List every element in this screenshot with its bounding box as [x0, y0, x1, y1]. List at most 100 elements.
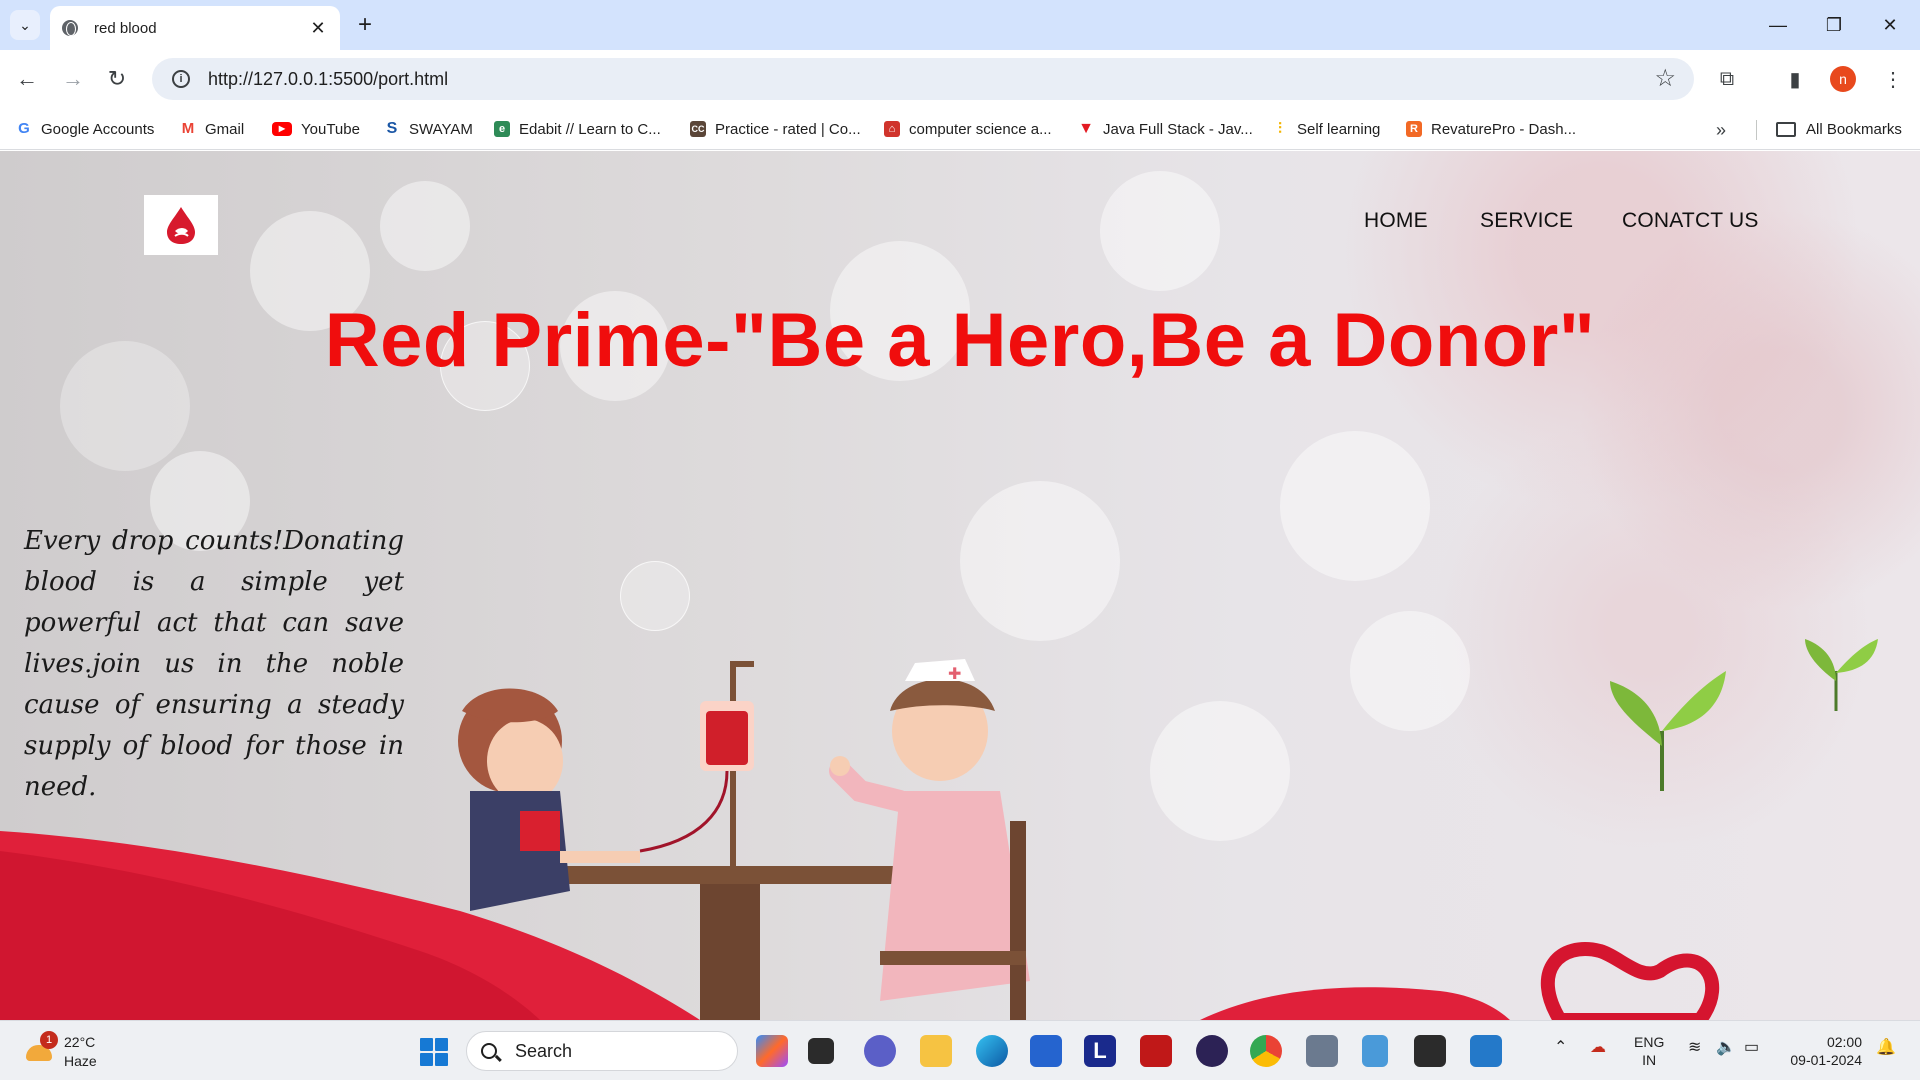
- forward-arrow-icon: →: [62, 66, 84, 91]
- volume-icon[interactable]: 🔈: [1716, 1037, 1736, 1057]
- folder-icon: [1776, 121, 1796, 137]
- windows-logo-icon: [435, 1053, 448, 1066]
- side-panel-button[interactable]: ▮: [1778, 62, 1812, 96]
- windows-logo-icon: [420, 1038, 433, 1051]
- edge-icon[interactable]: [976, 1035, 1008, 1067]
- hero-title: Red Prime-"Be a Hero,Be a Donor": [324, 298, 1596, 383]
- address-bar[interactable]: i http://127.0.0.1:5500/port.html ☆: [152, 58, 1694, 100]
- windows-logo-icon: [435, 1038, 448, 1051]
- java-icon: ▼: [1078, 120, 1094, 137]
- site-info-icon[interactable]: i: [172, 70, 190, 88]
- windows-logo-icon: [420, 1053, 433, 1066]
- tab-search-button[interactable]: ⌄: [10, 10, 40, 40]
- battery-icon[interactable]: ▭: [1744, 1037, 1759, 1057]
- side-panel-icon: ▮: [1789, 68, 1801, 91]
- geeks-icon: ⌂: [884, 121, 900, 137]
- weather-condition: Haze: [64, 1053, 97, 1069]
- chart-icon: ⫶: [1272, 121, 1288, 137]
- back-button[interactable]: ←: [10, 62, 44, 96]
- codechef-icon: CC: [690, 121, 706, 137]
- nav-home-link[interactable]: HOME: [1364, 209, 1428, 233]
- nav-contact-link[interactable]: CONATCT US: [1622, 209, 1759, 233]
- browser-tab-bar: ⌄ red blood ✕ + — ❐ ✕: [0, 0, 1920, 50]
- system-clock[interactable]: 02:00 09-01-2024: [1786, 1033, 1862, 1069]
- bookmark-item[interactable]: ⫶ Self learning: [1272, 116, 1380, 142]
- notification-badge: 1: [40, 1031, 58, 1049]
- task-view-icon[interactable]: [808, 1038, 834, 1064]
- wifi-icon[interactable]: ≋: [1688, 1037, 1701, 1057]
- bookmark-item[interactable]: ▶ YouTube: [272, 116, 360, 142]
- puzzle-icon: ⧉: [1719, 67, 1735, 90]
- globe-icon: [62, 20, 78, 36]
- chevron-down-icon: ⌄: [19, 16, 31, 33]
- bookmark-star-icon[interactable]: ☆: [1654, 64, 1676, 93]
- vscode-icon[interactable]: [1470, 1035, 1502, 1067]
- teams-chat-icon[interactable]: [864, 1035, 896, 1067]
- bookmark-item[interactable]: S SWAYAM: [384, 116, 473, 142]
- site-logo[interactable]: [144, 195, 218, 255]
- terminal-icon[interactable]: [1414, 1035, 1446, 1067]
- onedrive-error-icon[interactable]: ☁: [1590, 1037, 1606, 1057]
- close-tab-icon[interactable]: ✕: [308, 18, 328, 39]
- bookmark-item[interactable]: ⌂ computer science a...: [884, 116, 1052, 142]
- revature-icon: R: [1406, 121, 1422, 137]
- temperature: 22°C: [64, 1034, 96, 1050]
- chrome-icon[interactable]: [1250, 1035, 1282, 1067]
- nav-service-link[interactable]: SERVICE: [1480, 209, 1573, 233]
- file-explorer-icon[interactable]: [920, 1035, 952, 1067]
- minimize-button[interactable]: —: [1758, 8, 1798, 42]
- search-icon: [481, 1043, 497, 1059]
- language-indicator[interactable]: ENG IN: [1634, 1033, 1664, 1069]
- blood-drop-logo-icon: [167, 207, 195, 244]
- notepad-icon[interactable]: [1362, 1035, 1388, 1067]
- profile-avatar[interactable]: n: [1830, 66, 1856, 92]
- kebab-menu-icon: ⋮: [1883, 68, 1903, 91]
- google-icon: G: [16, 121, 32, 137]
- taskbar-search[interactable]: Search: [466, 1031, 738, 1071]
- sql-app-icon[interactable]: [1306, 1035, 1338, 1067]
- eclipse-icon[interactable]: [1196, 1035, 1228, 1067]
- browser-toolbar: ← → ↻ i http://127.0.0.1:5500/port.html …: [0, 50, 1920, 108]
- gmail-icon: M: [180, 120, 196, 137]
- bookmark-item[interactable]: R RevaturePro - Dash...: [1406, 116, 1576, 142]
- back-arrow-icon: ←: [16, 66, 38, 91]
- bookmark-item[interactable]: M Gmail: [180, 116, 244, 142]
- search-label: Search: [515, 1040, 573, 1061]
- start-button[interactable]: [420, 1038, 448, 1066]
- svg-text:✚: ✚: [948, 664, 961, 683]
- mcafee-icon[interactable]: [1140, 1035, 1172, 1067]
- extensions-button[interactable]: ⧉: [1710, 62, 1744, 96]
- copilot-icon[interactable]: [756, 1035, 788, 1067]
- bookmarks-bar: G Google Accounts M Gmail ▶ YouTube S SWAYAM…: [0, 108, 1920, 150]
- l-app-icon[interactable]: L: [1084, 1035, 1116, 1067]
- show-hidden-icons[interactable]: ⌃: [1554, 1037, 1567, 1057]
- new-tab-button[interactable]: +: [352, 10, 378, 40]
- bookmark-item[interactable]: e Edabit // Learn to C...: [494, 116, 661, 142]
- close-window-button[interactable]: ✕: [1870, 8, 1910, 42]
- reload-button[interactable]: ↻: [100, 62, 134, 96]
- bookmark-item[interactable]: CC Practice - rated | Co...: [690, 116, 861, 142]
- clock-time: 02:00: [1826, 1034, 1862, 1050]
- store-icon[interactable]: [1030, 1035, 1062, 1067]
- forward-button[interactable]: →: [56, 62, 90, 96]
- edabit-icon: e: [494, 121, 510, 137]
- bookmark-item[interactable]: ▼ Java Full Stack - Jav...: [1078, 116, 1253, 142]
- tab-title: red blood: [94, 19, 157, 37]
- browser-tab[interactable]: red blood ✕: [50, 6, 340, 50]
- menu-button[interactable]: ⋮: [1876, 62, 1910, 96]
- web-page: ✚ HOME SERVICE CONATCT US Red Prime-"Be …: [0, 151, 1920, 1020]
- sprout-decoration: [1610, 639, 1878, 791]
- more-bookmarks-icon[interactable]: »: [1716, 120, 1726, 141]
- restore-button[interactable]: ❐: [1814, 8, 1854, 42]
- bookmark-item[interactable]: G Google Accounts: [16, 116, 154, 142]
- notification-bell-icon[interactable]: 🔔: [1876, 1037, 1896, 1057]
- swayam-icon: S: [384, 121, 400, 137]
- youtube-icon: ▶: [272, 122, 292, 136]
- reload-icon: ↻: [107, 66, 127, 91]
- hero-tagline: Every drop counts!Donating blood is a si…: [24, 526, 404, 802]
- language-code: ENG: [1634, 1034, 1665, 1050]
- region-code: IN: [1642, 1052, 1657, 1068]
- weather-widget[interactable]: 1 22°C Haze: [26, 1031, 126, 1073]
- os-taskbar: 1 22°C Haze Search L ⌃ ☁ ENG IN ≋ 🔈 ▭ 02…: [0, 1020, 1920, 1080]
- all-bookmarks-button[interactable]: All Bookmarks: [1776, 116, 1902, 142]
